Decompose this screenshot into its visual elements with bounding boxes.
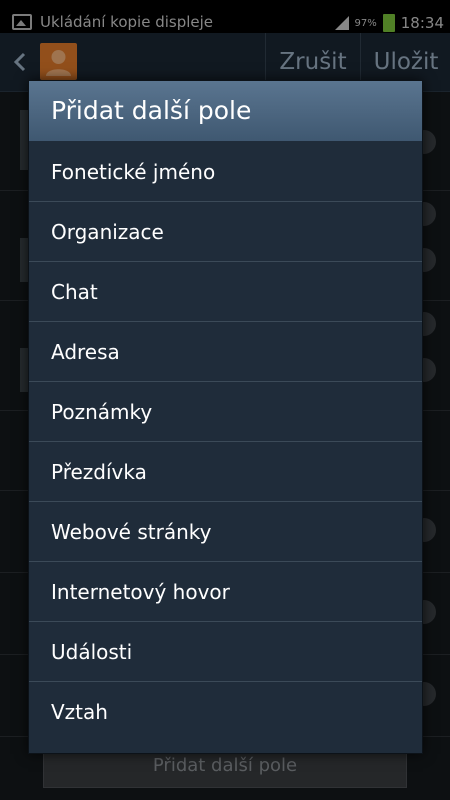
screen: Ukládání kopie displeje 97% 18:34 Zrušit… (0, 0, 450, 800)
option-label: Internetový hovor (51, 580, 230, 604)
option-website[interactable]: Webové stránky (29, 502, 422, 562)
option-label: Události (51, 640, 133, 664)
option-label: Chat (51, 280, 98, 304)
option-label: Webové stránky (51, 520, 212, 544)
option-label: Poznámky (51, 400, 153, 424)
option-internet-call[interactable]: Internetový hovor (29, 562, 422, 622)
option-label: Organizace (51, 220, 164, 244)
dialog-title: Přidat další pole (51, 96, 252, 125)
option-label: Vztah (51, 700, 108, 724)
option-organization[interactable]: Organizace (29, 202, 422, 262)
option-nickname[interactable]: Přezdívka (29, 442, 422, 502)
option-phonetic-name[interactable]: Fonetické jméno (29, 142, 422, 202)
option-events[interactable]: Události (29, 622, 422, 682)
option-relationship[interactable]: Vztah (29, 682, 422, 742)
dialog-header: Přidat další pole (29, 81, 422, 141)
dialog-options-list: Fonetické jméno Organizace Chat Adresa P… (29, 142, 422, 742)
option-label: Adresa (51, 340, 120, 364)
option-label: Fonetické jméno (51, 160, 216, 184)
option-chat[interactable]: Chat (29, 262, 422, 322)
option-address[interactable]: Adresa (29, 322, 422, 382)
add-field-dialog: Přidat další pole Fonetické jméno Organi… (28, 80, 423, 754)
option-notes[interactable]: Poznámky (29, 382, 422, 442)
option-label: Přezdívka (51, 460, 147, 484)
